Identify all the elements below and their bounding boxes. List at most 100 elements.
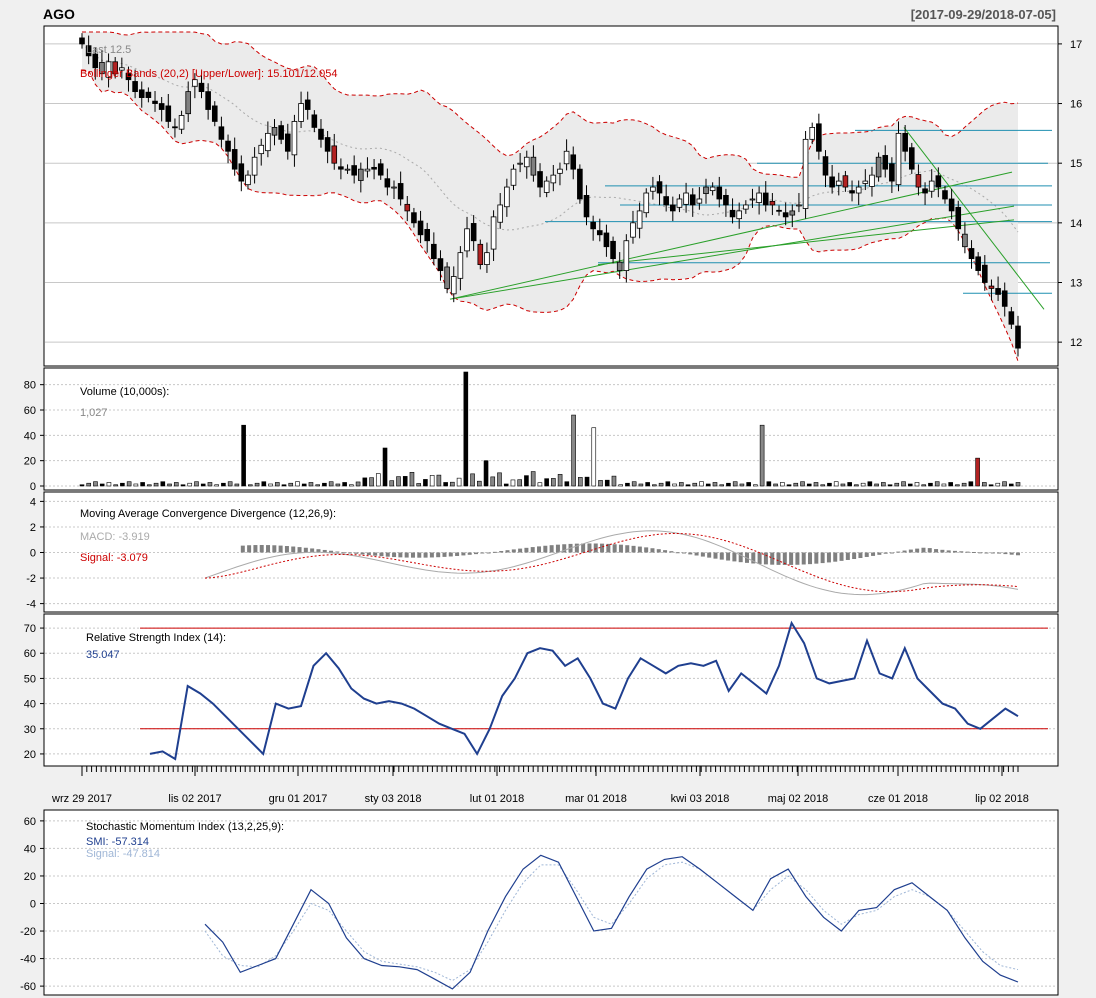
candle-body [842,175,849,188]
macd-histogram-bar [675,552,680,554]
volume-bar [901,481,906,487]
volume-bar [1008,483,1014,487]
candle-body [630,222,636,238]
macd-histogram-bar [965,551,970,553]
macd-histogram-bar [297,547,302,553]
volume-bar [914,482,920,487]
rsi-value: 35.047 [86,649,120,661]
candle-body [948,198,955,212]
macd-histogram-bar [814,552,819,564]
volume-bar [692,482,698,487]
macd-histogram-bar [625,545,630,553]
macd-histogram-bar [871,552,876,556]
macd-histogram-bar [486,552,491,554]
candle-body [79,37,85,45]
candle-body [703,186,709,195]
candle-body [816,123,822,152]
candle-body [829,176,835,188]
volume-bar [732,481,738,487]
price-ytick-label: 15 [1070,158,1082,170]
candle-body [557,168,563,174]
volume-bar [423,479,428,487]
candle-body [543,180,550,193]
candle-body [762,192,769,206]
macd-histogram-bar [908,549,913,553]
volume-bar [93,481,98,487]
macd-label: Moving Average Convergence Divergence (1… [80,508,336,520]
x-tick-label: lip 02 2018 [975,793,1029,805]
macd-histogram-bar [795,552,800,565]
symbol-title: AGO [43,6,75,22]
volume-bar [867,481,873,487]
macd-histogram-bar [971,551,976,553]
macd-histogram-bar [549,545,554,553]
volume-bar [254,482,260,487]
smi-ytick-label: 60 [24,816,36,828]
macd-histogram-bar [612,544,617,553]
price-ytick-label: 13 [1070,277,1082,289]
macd-histogram-bar [448,552,453,557]
volume-bar [153,482,159,487]
macd-histogram-bar [694,552,699,556]
volume-bar [881,482,886,487]
candle-body [158,103,165,110]
macd-histogram-bar [385,552,390,557]
volume-bar [537,482,543,487]
candle-body [862,180,869,184]
volume-bar [268,483,273,487]
volume-bar [584,476,590,487]
volume-bar [598,480,603,487]
volume-bar [456,477,462,487]
macd-histogram-bar [379,552,384,557]
volume-bar [497,472,502,487]
volume-bar [436,474,442,487]
macd-histogram-bar [845,552,850,560]
candle-body [975,256,981,271]
volume-bar [106,482,112,487]
volume-bar [995,482,1001,487]
macd-histogram-bar [719,552,724,560]
candle-body [563,150,570,165]
vol-ytick-label: 0 [30,481,36,493]
candle-body [304,99,311,110]
volume-bar [874,483,879,487]
macd-histogram-bar [883,552,888,554]
candle-body [510,168,517,186]
candle-body [889,163,895,182]
macd-histogram-bar [663,550,668,553]
candle-body [915,174,922,188]
candle-body [962,233,968,248]
volume-bar [685,484,691,487]
volume-bar [510,479,516,487]
volume-bar [551,478,556,487]
macd-histogram-bar [442,552,447,557]
candle-body [424,229,430,242]
candle-body [696,198,703,204]
candle-body [869,174,875,187]
candle-body [776,209,782,212]
volume-bar [227,481,233,487]
volume-bar [315,484,320,487]
smi-value: SMI: -57.314 [86,836,149,848]
smi-panel [43,809,1059,996]
candle-body [616,261,623,271]
candle-body [882,155,889,170]
macd-histogram-bar [600,543,605,553]
candle-body [338,166,344,170]
macd-histogram-bar [889,552,894,554]
volume-bar [147,484,152,487]
candle-body [211,105,218,122]
macd-histogram-bar [732,552,737,562]
candle-body [809,127,816,140]
candle-body [391,186,397,189]
candle-body [756,192,762,203]
volume-bar [362,477,368,487]
volume-bar [187,482,193,487]
macd-histogram-bar [555,544,560,553]
macd-ytick-label: 4 [30,496,36,508]
candle-body [908,147,915,170]
volume-bar [806,483,812,487]
macd-histogram-bar [776,552,781,565]
candle-body [835,180,842,186]
candle-body [689,194,696,206]
